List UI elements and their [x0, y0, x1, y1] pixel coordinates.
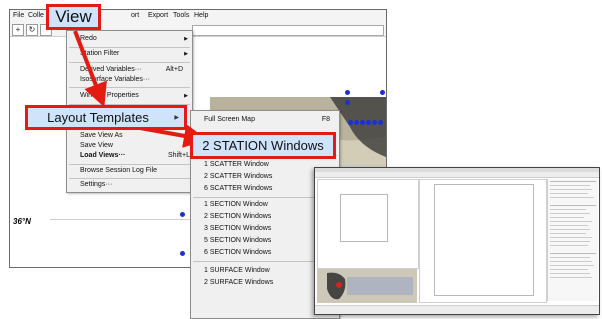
submenu-arrow-icon: ▶ [174, 115, 179, 121]
thumb-status-bar [315, 305, 599, 314]
layout-templates-callout[interactable]: Layout Templates ▶ [25, 105, 187, 130]
thumb-toolbar [315, 172, 599, 178]
thumb-station-window-2 [419, 179, 547, 303]
thumb-map [317, 269, 417, 303]
result-screenshot-thumbnail [314, 167, 600, 315]
view-menu-callout[interactable]: View [46, 4, 101, 30]
thumb-station-window-1 [317, 179, 419, 269]
2-station-windows-callout[interactable]: 2 STATION Windows [190, 132, 336, 159]
thumb-properties-panel [547, 179, 598, 301]
